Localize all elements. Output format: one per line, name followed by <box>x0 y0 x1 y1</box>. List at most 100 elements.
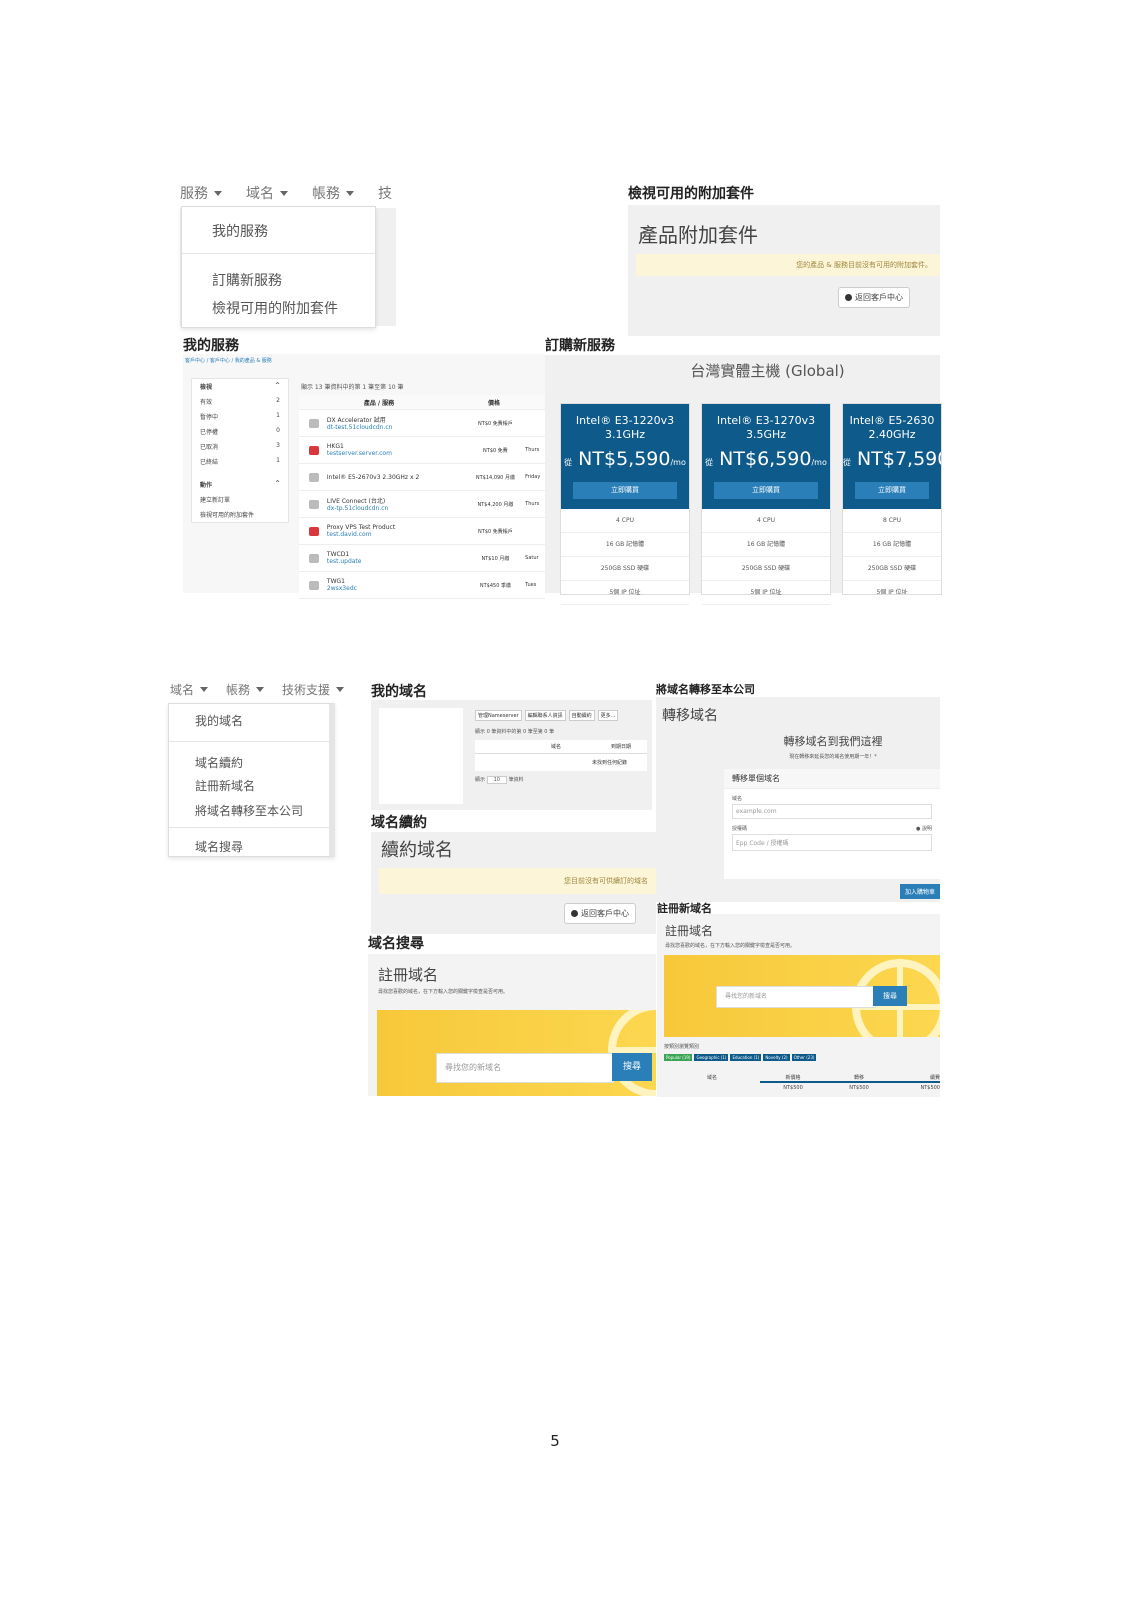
product-name: Intel® E3-1220v3 3.1GHz <box>575 414 675 441</box>
card-head: Intel® E5-2630 2.40GHz 從 NT$7,590 立即購買 <box>843 404 941 509</box>
transfer-panel: 轉移域名 轉移域名到我們這裡 現在轉移來延長您的域名使用期一年！* 轉移單個域名… <box>656 697 940 902</box>
pricing-row: NT$500 NT$500 NT$500 <box>783 1085 940 1091</box>
contacts-button[interactable]: 編輯聯系人資訊 <box>524 710 566 721</box>
pricing-header: 域名 新價格 轉移 續費 <box>706 1075 940 1083</box>
domain-label: 域名 <box>732 796 743 802</box>
product-feature: 4 CPU <box>702 509 830 533</box>
table-row[interactable]: Proxy VPS Test Product test.david.com NT$0… <box>299 518 545 545</box>
lock-icon <box>309 499 319 509</box>
transfer-box: 轉移單個域名 域名 example.com 授權碼 ● 說明 Epp Code … <box>724 769 940 879</box>
action-view-addons[interactable]: 檢視可用的附加套件 <box>192 507 288 522</box>
menu-register[interactable]: 註冊新域名 <box>169 773 329 798</box>
menu-view-addons[interactable]: 檢視可用的附加套件 <box>182 294 375 326</box>
actions-header[interactable]: 動作 ^ <box>192 477 288 492</box>
nav-support[interactable]: 技 <box>378 183 392 203</box>
addons-caption: 檢視可用的附加套件 <box>628 186 754 202</box>
table-row[interactable]: TWG1 2wsx3edc NT$450 季繳 Tues <box>299 572 545 599</box>
nav-billing[interactable]: 帳務 <box>226 681 265 698</box>
nav-domains[interactable]: 域名 <box>246 183 288 203</box>
more-button[interactable]: 更多... <box>597 710 619 721</box>
table-row[interactable]: LIVE Connect (台北) dx-tp.51cloudcdn.cn NT$4… <box>299 491 545 518</box>
caret-down-icon <box>200 687 209 692</box>
category-tags: Popular (19) Geographic (1) Education (1) N… <box>664 1054 817 1061</box>
filter-item[interactable]: 有效 2 <box>192 394 288 409</box>
domain-search-input[interactable]: 尋找您的新域名 <box>436 1053 614 1083</box>
register-search-input[interactable]: 尋找您的新域名 <box>716 986 876 1008</box>
category-tag[interactable]: Education (1) <box>730 1054 762 1061</box>
page-size: 顯示 10 筆資料 <box>475 776 524 784</box>
product-feature: 250GB SSD 硬碟 <box>561 557 689 581</box>
product-price: 從 NT$6,590/mo <box>705 448 827 470</box>
order-caption: 訂購新服務 <box>545 338 615 354</box>
help-link[interactable]: ● 說明 <box>916 825 932 832</box>
caret-down-icon <box>346 190 354 196</box>
filter-item[interactable]: 已取消 3 <box>192 439 288 454</box>
table-row[interactable]: Intel® E5-2670v3 2.30GHz x 2 NT$14,090 月繳… <box>299 464 545 491</box>
filter-item[interactable]: 暫停中 1 <box>192 409 288 424</box>
help-icon: ● <box>916 826 921 832</box>
domains-count: 顯示 0 筆資料中的第 0 筆至第 0 筆 <box>475 729 555 735</box>
register-search-button[interactable]: 搜尋 <box>873 986 907 1006</box>
caret-down-icon <box>256 687 265 692</box>
nav-domains[interactable]: 域名 <box>170 681 209 698</box>
buy-now-button[interactable]: 立即購買 <box>573 482 677 499</box>
back-to-client-area-button[interactable]: 返回客戶中心 <box>564 903 636 924</box>
add-to-cart-button[interactable]: 加入購物車 <box>899 884 940 899</box>
product-feature: 16 GB 記憶體 <box>702 533 830 557</box>
caret-down-icon <box>214 190 222 196</box>
table-count: 顯示 13 筆資料中的第 1 筆至第 10 筆 <box>299 378 545 395</box>
buy-now-button[interactable]: 立即購買 <box>714 482 818 499</box>
caret-down-icon <box>336 687 345 692</box>
product-price: 從 NT$5,590/mo <box>564 448 686 470</box>
nav-services[interactable]: 服務 <box>180 183 222 203</box>
table-row[interactable]: TWCD1 test.update NT$10 月繳 Satur <box>299 545 545 572</box>
transfer-domain-input[interactable]: example.com <box>732 804 932 819</box>
auto-renew-button[interactable]: 自動續約 <box>568 710 595 721</box>
domains-table: 域名 到期日期 未找到任何紀錄 <box>475 740 647 771</box>
order-title: 台灣實體主機 (Global) <box>690 362 845 380</box>
nav-billing[interactable]: 帳務 <box>312 183 354 203</box>
auth-code-input[interactable]: Epp Code / 授權碼 <box>732 834 932 851</box>
back-to-client-area-button[interactable]: 返回客戶中心 <box>838 287 910 308</box>
filter-header[interactable]: 檢視 ^ <box>192 379 288 394</box>
lock-icon <box>309 526 319 536</box>
product-card: Intel® E5-2630 2.40GHz 從 NT$7,590 立即購買 8 CPU… <box>842 403 942 595</box>
nav-support[interactable]: 技術支援 <box>282 681 345 698</box>
domains-table-header: 域名 到期日期 <box>475 740 647 754</box>
buy-now-button[interactable]: 立即購買 <box>855 482 929 499</box>
nameserver-button[interactable]: 管理Nameserver <box>475 710 522 721</box>
card-head: Intel® E3-1270v3 3.5GHz 從 NT$6,590/mo 立即購買 <box>702 404 830 509</box>
filter-item[interactable]: 已終結 1 <box>192 454 288 469</box>
top-nav: 服務 域名 帳務 技 <box>180 183 392 203</box>
browse-label: 按類別瀏覽類別 <box>664 1044 700 1050</box>
table-row[interactable]: DX Accelerator 試用 dt-test.51cloudcdn.cn NT… <box>299 410 545 437</box>
menu-my-domains[interactable]: 我的域名 <box>169 704 329 737</box>
my-services-caption: 我的服務 <box>183 338 239 354</box>
domain-search-button[interactable]: 搜尋 <box>612 1053 652 1081</box>
transfer-caption: 將域名轉移至本公司 <box>656 683 755 696</box>
product-feature: 4 CPU <box>561 509 689 533</box>
renew-alert: 您目前沒有可供續訂的域名 <box>379 868 656 894</box>
product-feature: 250GB SSD 硬碟 <box>843 557 941 581</box>
menu-renew[interactable]: 域名續約 <box>169 746 329 773</box>
product-name: Intel® E5-2630 2.40GHz <box>849 414 935 441</box>
my-domains-panel: 管理Nameserver 編輯聯系人資訊 自動續約 更多... 顯示 0 筆資料… <box>371 700 652 810</box>
category-tag[interactable]: Other (23) <box>791 1054 817 1061</box>
category-tag[interactable]: Novelty (2) <box>763 1054 790 1061</box>
card-head: Intel® E3-1220v3 3.1GHz 從 NT$5,590/mo 立即購買 <box>561 404 689 509</box>
filter-item[interactable]: 已停權 0 <box>192 424 288 439</box>
menu-divider <box>169 741 329 742</box>
services-sidebar: 檢視 ^ 有效 2 暫停中 1 已停權 0 已取消 3 已終結 1 動作 ^ 建立新訂單 檢視… <box>191 378 289 523</box>
menu-order-new[interactable]: 訂購新服務 <box>182 258 375 294</box>
register-desc: 尋找您喜歡的域名，在下方輸入您的關鍵字檢查是否可用。 <box>665 943 796 949</box>
table-row[interactable]: HKG1 testserver.server.com NT$0 免費 Thurs <box>299 437 545 464</box>
lock-icon <box>309 445 319 455</box>
chevron-up-icon: ^ <box>274 480 280 487</box>
category-tag[interactable]: Geographic (1) <box>694 1054 729 1061</box>
category-tag[interactable]: Popular (19) <box>664 1054 693 1061</box>
menu-transfer[interactable]: 將域名轉移至本公司 <box>169 798 329 823</box>
menu-my-services[interactable]: 我的服務 <box>182 207 375 249</box>
page-size-select[interactable]: 10 <box>486 776 507 784</box>
action-new-order[interactable]: 建立新訂單 <box>192 492 288 507</box>
menu-domain-search[interactable]: 域名搜尋 <box>169 832 329 861</box>
